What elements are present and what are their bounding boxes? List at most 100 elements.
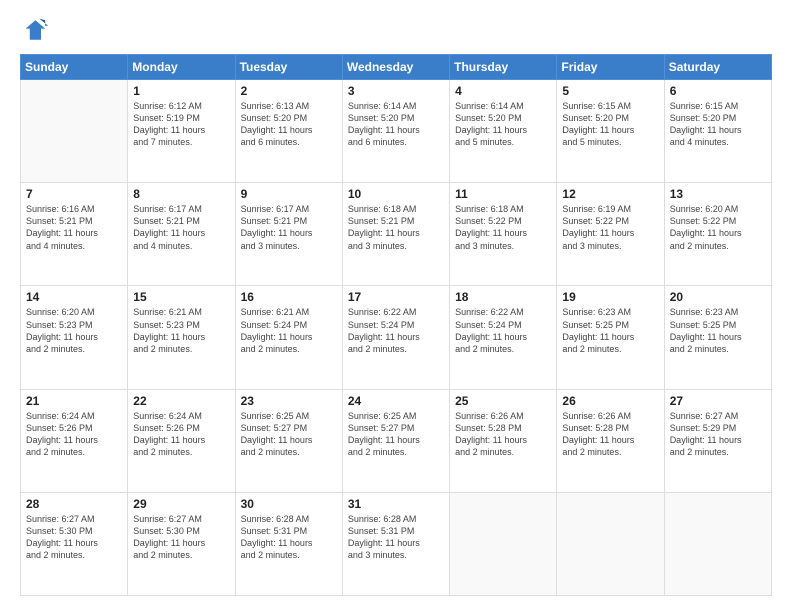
calendar-header-tuesday: Tuesday bbox=[235, 55, 342, 80]
logo-icon bbox=[20, 16, 48, 44]
calendar-cell: 16Sunrise: 6:21 AM Sunset: 5:24 PM Dayli… bbox=[235, 286, 342, 389]
calendar-table: SundayMondayTuesdayWednesdayThursdayFrid… bbox=[20, 54, 772, 596]
day-info: Sunrise: 6:26 AM Sunset: 5:28 PM Dayligh… bbox=[455, 410, 551, 459]
day-info: Sunrise: 6:16 AM Sunset: 5:21 PM Dayligh… bbox=[26, 203, 122, 252]
day-info: Sunrise: 6:25 AM Sunset: 5:27 PM Dayligh… bbox=[241, 410, 337, 459]
calendar-cell bbox=[557, 492, 664, 595]
day-number: 22 bbox=[133, 394, 229, 408]
calendar-cell: 30 Sunrise: 6:28 AM Sunset: 5:31 PM Dayli… bbox=[235, 492, 342, 595]
day-info: Sunrise: 6:28 AM Sunset: 5:31 PM Dayligh… bbox=[241, 513, 337, 562]
day-info: Sunrise: 6:25 AM Sunset: 5:27 PM Dayligh… bbox=[348, 410, 444, 459]
calendar-cell: 17Sunrise: 6:22 AM Sunset: 5:24 PM Dayli… bbox=[342, 286, 449, 389]
day-number: 19 bbox=[562, 290, 658, 304]
day-number: 26 bbox=[562, 394, 658, 408]
day-number: 3 bbox=[348, 84, 444, 98]
calendar-cell: 18 Sunrise: 6:22 AM Sunset: 5:24 PM Dayli… bbox=[450, 286, 557, 389]
day-info: Sunrise: 6:13 AM Sunset: 5:20 PM Dayligh… bbox=[241, 100, 337, 149]
day-info: Sunrise: 6:20 AM Sunset: 5:22 PM Dayligh… bbox=[670, 203, 766, 252]
calendar-cell: 3 Sunrise: 6:14 AM Sunset: 5:20 PM Daylig… bbox=[342, 80, 449, 183]
calendar-cell: 26 Sunrise: 6:26 AM Sunset: 5:28 PM Dayli… bbox=[557, 389, 664, 492]
calendar-cell: 2Sunrise: 6:13 AM Sunset: 5:20 PM Daylig… bbox=[235, 80, 342, 183]
calendar-cell: 27 Sunrise: 6:27 AM Sunset: 5:29 PM Dayli… bbox=[664, 389, 771, 492]
day-info: Sunrise: 6:20 AM Sunset: 5:23 PM Dayligh… bbox=[26, 306, 122, 355]
day-number: 15 bbox=[133, 290, 229, 304]
calendar-header-row: SundayMondayTuesdayWednesdayThursdayFrid… bbox=[21, 55, 772, 80]
day-info: Sunrise: 6:28 AM Sunset: 5:31 PM Dayligh… bbox=[348, 513, 444, 562]
calendar-header-saturday: Saturday bbox=[664, 55, 771, 80]
day-number: 24 bbox=[348, 394, 444, 408]
day-number: 20 bbox=[670, 290, 766, 304]
day-info: Sunrise: 6:18 AM Sunset: 5:21 PM Dayligh… bbox=[348, 203, 444, 252]
day-number: 31 bbox=[348, 497, 444, 511]
calendar-cell: 28 Sunrise: 6:27 AM Sunset: 5:30 PM Dayli… bbox=[21, 492, 128, 595]
calendar-cell: 22 Sunrise: 6:24 AM Sunset: 5:26 PM Dayli… bbox=[128, 389, 235, 492]
day-info: Sunrise: 6:14 AM Sunset: 5:20 PM Dayligh… bbox=[348, 100, 444, 149]
day-info: Sunrise: 6:12 AM Sunset: 5:19 PM Dayligh… bbox=[133, 100, 229, 149]
calendar-cell: 7 Sunrise: 6:16 AM Sunset: 5:21 PM Daylig… bbox=[21, 183, 128, 286]
calendar-cell: 9 Sunrise: 6:17 AM Sunset: 5:21 PM Daylig… bbox=[235, 183, 342, 286]
day-number: 21 bbox=[26, 394, 122, 408]
day-info: Sunrise: 6:18 AM Sunset: 5:22 PM Dayligh… bbox=[455, 203, 551, 252]
header bbox=[20, 16, 772, 44]
calendar-header-monday: Monday bbox=[128, 55, 235, 80]
day-number: 8 bbox=[133, 187, 229, 201]
day-number: 29 bbox=[133, 497, 229, 511]
day-number: 30 bbox=[241, 497, 337, 511]
day-info: Sunrise: 6:27 AM Sunset: 5:29 PM Dayligh… bbox=[670, 410, 766, 459]
calendar-cell: 21 Sunrise: 6:24 AM Sunset: 5:26 PM Dayli… bbox=[21, 389, 128, 492]
day-number: 13 bbox=[670, 187, 766, 201]
day-number: 6 bbox=[670, 84, 766, 98]
day-number: 4 bbox=[455, 84, 551, 98]
day-info: Sunrise: 6:24 AM Sunset: 5:26 PM Dayligh… bbox=[26, 410, 122, 459]
calendar-header-friday: Friday bbox=[557, 55, 664, 80]
day-number: 18 bbox=[455, 290, 551, 304]
calendar-cell: 20 Sunrise: 6:23 AM Sunset: 5:25 PM Dayli… bbox=[664, 286, 771, 389]
calendar-cell: 13 Sunrise: 6:20 AM Sunset: 5:22 PM Dayli… bbox=[664, 183, 771, 286]
page: SundayMondayTuesdayWednesdayThursdayFrid… bbox=[0, 0, 792, 612]
calendar-week-4: 28 Sunrise: 6:27 AM Sunset: 5:30 PM Dayli… bbox=[21, 492, 772, 595]
day-info: Sunrise: 6:27 AM Sunset: 5:30 PM Dayligh… bbox=[26, 513, 122, 562]
day-info: Sunrise: 6:14 AM Sunset: 5:20 PM Dayligh… bbox=[455, 100, 551, 149]
day-number: 27 bbox=[670, 394, 766, 408]
day-number: 25 bbox=[455, 394, 551, 408]
calendar-week-0: 1Sunrise: 6:12 AM Sunset: 5:19 PM Daylig… bbox=[21, 80, 772, 183]
calendar-cell: 5Sunrise: 6:15 AM Sunset: 5:20 PM Daylig… bbox=[557, 80, 664, 183]
calendar-cell: 12Sunrise: 6:19 AM Sunset: 5:22 PM Dayli… bbox=[557, 183, 664, 286]
calendar-cell: 6 Sunrise: 6:15 AM Sunset: 5:20 PM Daylig… bbox=[664, 80, 771, 183]
day-info: Sunrise: 6:23 AM Sunset: 5:25 PM Dayligh… bbox=[670, 306, 766, 355]
day-info: Sunrise: 6:21 AM Sunset: 5:24 PM Dayligh… bbox=[241, 306, 337, 355]
day-info: Sunrise: 6:17 AM Sunset: 5:21 PM Dayligh… bbox=[241, 203, 337, 252]
day-number: 28 bbox=[26, 497, 122, 511]
day-number: 23 bbox=[241, 394, 337, 408]
day-number: 17 bbox=[348, 290, 444, 304]
day-info: Sunrise: 6:23 AM Sunset: 5:25 PM Dayligh… bbox=[562, 306, 658, 355]
logo bbox=[20, 16, 52, 44]
day-info: Sunrise: 6:24 AM Sunset: 5:26 PM Dayligh… bbox=[133, 410, 229, 459]
calendar-cell: 23 Sunrise: 6:25 AM Sunset: 5:27 PM Dayli… bbox=[235, 389, 342, 492]
calendar-cell: 8Sunrise: 6:17 AM Sunset: 5:21 PM Daylig… bbox=[128, 183, 235, 286]
calendar-week-1: 7 Sunrise: 6:16 AM Sunset: 5:21 PM Daylig… bbox=[21, 183, 772, 286]
calendar-cell bbox=[664, 492, 771, 595]
day-info: Sunrise: 6:21 AM Sunset: 5:23 PM Dayligh… bbox=[133, 306, 229, 355]
day-number: 5 bbox=[562, 84, 658, 98]
day-info: Sunrise: 6:22 AM Sunset: 5:24 PM Dayligh… bbox=[455, 306, 551, 355]
calendar-cell bbox=[450, 492, 557, 595]
calendar-cell: 10 Sunrise: 6:18 AM Sunset: 5:21 PM Dayli… bbox=[342, 183, 449, 286]
day-number: 7 bbox=[26, 187, 122, 201]
day-number: 10 bbox=[348, 187, 444, 201]
calendar-cell: 4 Sunrise: 6:14 AM Sunset: 5:20 PM Daylig… bbox=[450, 80, 557, 183]
day-info: Sunrise: 6:26 AM Sunset: 5:28 PM Dayligh… bbox=[562, 410, 658, 459]
calendar-cell bbox=[21, 80, 128, 183]
calendar-cell: 25 Sunrise: 6:26 AM Sunset: 5:28 PM Dayli… bbox=[450, 389, 557, 492]
day-info: Sunrise: 6:15 AM Sunset: 5:20 PM Dayligh… bbox=[670, 100, 766, 149]
calendar-cell: 14Sunrise: 6:20 AM Sunset: 5:23 PM Dayli… bbox=[21, 286, 128, 389]
day-number: 9 bbox=[241, 187, 337, 201]
calendar-header-sunday: Sunday bbox=[21, 55, 128, 80]
calendar-header-thursday: Thursday bbox=[450, 55, 557, 80]
calendar-week-3: 21 Sunrise: 6:24 AM Sunset: 5:26 PM Dayli… bbox=[21, 389, 772, 492]
calendar-header-wednesday: Wednesday bbox=[342, 55, 449, 80]
calendar-cell: 19 Sunrise: 6:23 AM Sunset: 5:25 PM Dayli… bbox=[557, 286, 664, 389]
day-info: Sunrise: 6:19 AM Sunset: 5:22 PM Dayligh… bbox=[562, 203, 658, 252]
calendar-cell: 29 Sunrise: 6:27 AM Sunset: 5:30 PM Dayli… bbox=[128, 492, 235, 595]
day-info: Sunrise: 6:27 AM Sunset: 5:30 PM Dayligh… bbox=[133, 513, 229, 562]
